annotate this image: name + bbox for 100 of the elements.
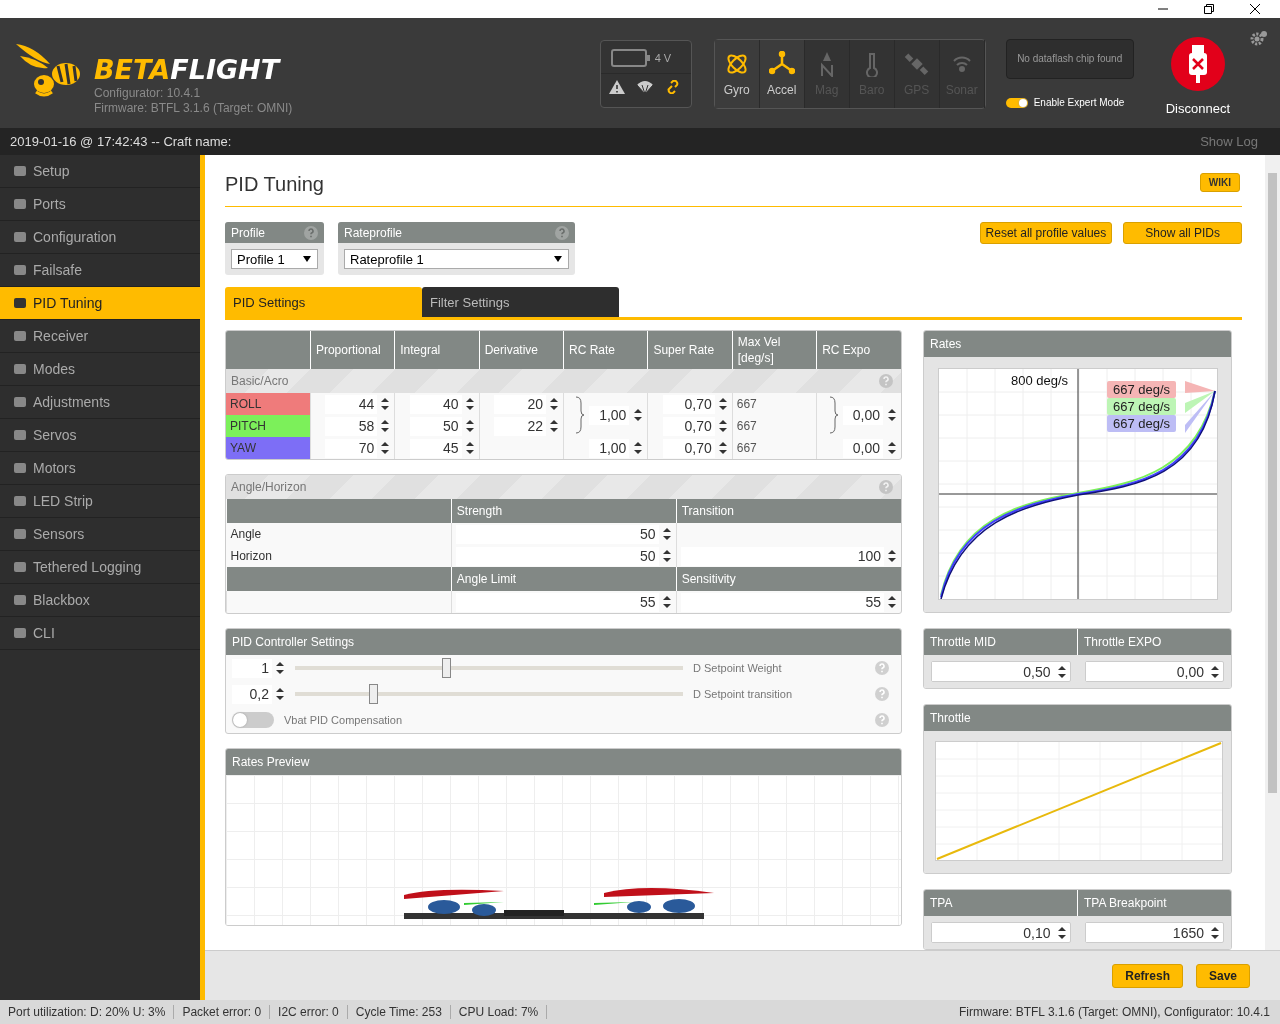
number-field[interactable]: 1,00 — [589, 438, 630, 458]
sidebar-item[interactable]: Setup — [0, 155, 200, 188]
number-field[interactable]: 0,50 — [931, 661, 1071, 682]
spinner-icon[interactable] — [661, 549, 672, 563]
sidebar-item[interactable]: Adjustments — [0, 386, 200, 419]
number-field[interactable]: 70 — [325, 438, 378, 458]
sidebar-item[interactable]: PID Tuning — [0, 287, 200, 320]
slider-thumb[interactable] — [368, 684, 378, 704]
number-field[interactable]: 55 — [455, 592, 659, 612]
close-icon[interactable] — [1250, 4, 1260, 14]
number-field[interactable]: 50 — [409, 416, 462, 436]
maximize-icon[interactable] — [1204, 4, 1214, 14]
spinner-icon[interactable] — [1056, 925, 1067, 940]
show-log-link[interactable]: Show Log — [1200, 134, 1258, 149]
number-field[interactable]: 1,00 — [589, 405, 630, 425]
column-header: TPA — [924, 890, 1077, 916]
number-field[interactable]: 0,00 — [843, 438, 883, 458]
usb-plug-icon[interactable] — [1170, 37, 1225, 91]
number-field[interactable]: 44 — [325, 394, 378, 414]
spinner-icon[interactable] — [549, 419, 559, 433]
slider-thumb[interactable] — [442, 658, 452, 678]
spinner-icon[interactable] — [464, 441, 475, 455]
disconnect-button[interactable]: Disconnect — [1165, 101, 1230, 116]
vbat-toggle[interactable] — [232, 712, 274, 728]
spinner-icon[interactable] — [275, 687, 285, 701]
spinner-icon[interactable] — [464, 397, 475, 411]
settings-icon[interactable] — [1250, 30, 1268, 48]
spinner-icon[interactable] — [661, 595, 672, 609]
spinner-icon[interactable] — [1210, 664, 1220, 679]
spinner-icon[interactable] — [887, 595, 897, 609]
spinner-icon[interactable] — [380, 397, 391, 411]
row-label: Angle — [226, 523, 452, 545]
action-button[interactable]: Refresh — [1112, 963, 1183, 988]
number-field[interactable]: 40 — [409, 394, 462, 414]
rate-label: 667 deg/s — [1107, 415, 1177, 432]
row-label: Horizon — [226, 545, 452, 567]
spinner-icon[interactable] — [887, 441, 897, 455]
sidebar-item[interactable]: Blackbox — [0, 584, 200, 617]
status-item: Port utilization: D: 20% U: 3% — [0, 1005, 175, 1019]
number-field[interactable]: 0,00 — [1084, 661, 1224, 682]
number-field[interactable]: 0,70 — [662, 438, 715, 458]
rate-label: 667 deg/s — [1107, 398, 1177, 415]
sidebar-item[interactable]: Modes — [0, 353, 200, 386]
number-field[interactable]: 1650 — [1084, 922, 1224, 943]
scrollbar[interactable] — [1265, 155, 1280, 950]
sidebar-item[interactable]: Motors — [0, 452, 200, 485]
spinner-icon[interactable] — [717, 397, 728, 411]
panel-header: Rates Preview — [226, 749, 901, 775]
bullet-icon — [13, 395, 27, 409]
number-field[interactable]: 50 — [455, 546, 659, 566]
spinner-icon[interactable] — [380, 419, 391, 433]
number-field[interactable]: 50 — [455, 524, 659, 544]
sensor-icon — [903, 51, 930, 77]
sidebar-item[interactable]: Configuration — [0, 221, 200, 254]
sidebar-item[interactable]: Ports — [0, 188, 200, 221]
sidebar-item[interactable]: Sensors — [0, 518, 200, 551]
number-field[interactable]: 22 — [494, 416, 546, 436]
sidebar-item[interactable]: Receiver — [0, 320, 200, 353]
action-button[interactable]: Save — [1195, 963, 1250, 988]
number-field[interactable]: 0,10 — [931, 922, 1071, 943]
profile-dropdown[interactable]: Rateprofile 1 — [344, 249, 569, 269]
number-field[interactable]: 20 — [494, 394, 546, 414]
tab[interactable]: Filter Settings — [422, 287, 619, 317]
spinner-icon[interactable] — [549, 397, 559, 411]
number-field[interactable]: 55 — [680, 592, 884, 612]
spinner-icon[interactable] — [1210, 925, 1220, 940]
sidebar-item[interactable]: Tethered Logging — [0, 551, 200, 584]
wiki-button[interactable]: WIKI — [1199, 173, 1240, 192]
spinner-icon[interactable] — [380, 441, 391, 455]
sidebar-item[interactable]: LED Strip — [0, 485, 200, 518]
spinner-icon[interactable] — [661, 527, 672, 541]
spinner-icon[interactable] — [887, 408, 897, 422]
spinner-icon[interactable] — [633, 441, 644, 455]
action-button[interactable]: Show all PIDs — [1123, 222, 1242, 244]
number-field[interactable]: 1 — [232, 658, 272, 678]
parachute-icon — [636, 80, 653, 94]
status-item: Packet error: 0 — [174, 1005, 271, 1019]
spinner-icon[interactable] — [633, 408, 644, 422]
scrollbar-thumb[interactable] — [1268, 173, 1277, 793]
number-field[interactable]: 45 — [409, 438, 462, 458]
number-field[interactable]: 0,70 — [662, 394, 715, 414]
number-field[interactable]: 58 — [325, 416, 378, 436]
number-field[interactable]: 100 — [680, 546, 884, 566]
spinner-icon[interactable] — [1056, 664, 1067, 679]
bullet-icon — [13, 164, 27, 178]
tab[interactable]: PID Settings — [225, 287, 422, 317]
spinner-icon[interactable] — [717, 441, 728, 455]
spinner-icon[interactable] — [717, 419, 728, 433]
spinner-icon[interactable] — [887, 549, 897, 563]
profile-dropdown[interactable]: Profile 1 — [231, 249, 318, 269]
number-field[interactable]: 0,2 — [232, 684, 272, 704]
expert-mode-toggle[interactable] — [1005, 97, 1028, 108]
number-field[interactable]: 0,00 — [843, 405, 883, 425]
spinner-icon[interactable] — [464, 419, 475, 433]
action-button[interactable]: Reset all profile values — [979, 222, 1113, 244]
sidebar-item[interactable]: CLI — [0, 617, 200, 650]
caret-icon — [303, 256, 311, 262]
number-field[interactable]: 0,70 — [662, 416, 715, 436]
spinner-icon[interactable] — [275, 661, 285, 675]
sidebar-item[interactable]: Servos — [0, 419, 200, 452]
